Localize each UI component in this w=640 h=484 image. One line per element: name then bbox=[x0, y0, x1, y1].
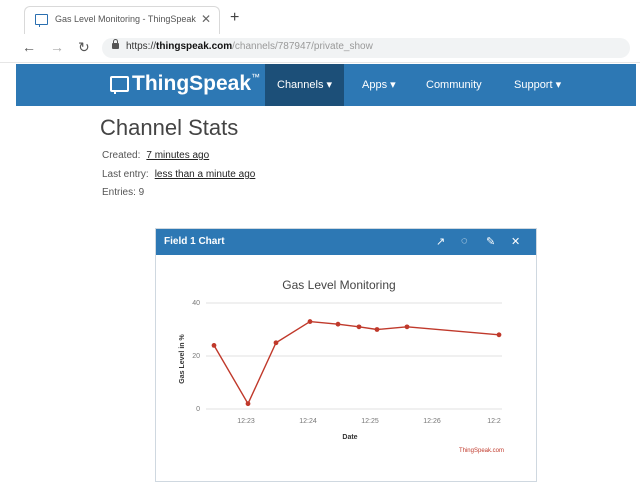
data-point[interactable] bbox=[307, 319, 313, 324]
address-bar: ← → ↻ https://thingspeak.com/channels/78… bbox=[0, 34, 640, 63]
thingspeak-logo-icon bbox=[110, 76, 129, 94]
data-point[interactable] bbox=[404, 324, 410, 330]
site-logo[interactable]: ThingSpeak™ bbox=[132, 72, 260, 96]
widget-header: Field 1 Chart ↗ ◌ ✎ ✕ bbox=[156, 229, 536, 255]
y-tick-label: 40 bbox=[192, 300, 200, 307]
x-axis-label: Date bbox=[342, 434, 357, 441]
edit-icon[interactable]: ✎ bbox=[486, 235, 495, 248]
site-navbar: ThingSpeak™ Channels ▾ Apps ▾ Community … bbox=[16, 64, 636, 106]
chart-title: Gas Level Monitoring bbox=[282, 278, 395, 292]
series-line bbox=[213, 320, 500, 406]
field-chart-widget: Field 1 Chart ↗ ◌ ✎ ✕ Gas Level Monitori… bbox=[155, 228, 537, 482]
data-point[interactable] bbox=[211, 343, 217, 348]
browser-tab[interactable]: Gas Level Monitoring - ThingSpeak ✕ bbox=[24, 6, 220, 34]
tab-favicon-icon bbox=[35, 14, 48, 27]
nav-support[interactable]: Support ▾ bbox=[502, 64, 573, 106]
x-tick-label: 12:24 bbox=[299, 418, 317, 425]
nav-community[interactable]: Community bbox=[414, 64, 494, 106]
external-link-icon[interactable]: ↗ bbox=[436, 235, 445, 248]
tab-title: Gas Level Monitoring - ThingSpeak bbox=[55, 14, 196, 24]
reload-icon[interactable]: ↻ bbox=[78, 39, 90, 56]
nav-channels[interactable]: Channels ▾ bbox=[265, 64, 345, 106]
stat-last-entry: Last entry: less than a minute ago bbox=[102, 169, 256, 180]
data-point[interactable] bbox=[496, 332, 502, 338]
data-point[interactable] bbox=[273, 340, 279, 346]
data-point[interactable] bbox=[245, 401, 251, 407]
forward-arrow-icon[interactable]: → bbox=[50, 39, 64, 55]
lock-icon bbox=[112, 39, 119, 49]
stat-created: Created: 7 minutes ago bbox=[102, 150, 210, 161]
x-tick-label: 12:26 bbox=[423, 418, 441, 425]
last-entry-value-link[interactable]: less than a minute ago bbox=[155, 169, 256, 180]
chart-grid bbox=[206, 302, 502, 410]
comment-icon[interactable]: ◌ bbox=[461, 235, 468, 247]
chart-credit[interactable]: ThingSpeak.com bbox=[459, 448, 504, 454]
y-axis-label: Gas Level in % bbox=[179, 334, 186, 384]
tab-close-icon[interactable]: ✕ bbox=[201, 12, 211, 26]
data-point[interactable] bbox=[335, 321, 341, 327]
x-tick-label: 12:25 bbox=[361, 418, 379, 425]
data-point[interactable] bbox=[356, 324, 362, 330]
new-tab-icon[interactable]: + bbox=[230, 9, 239, 27]
y-axis-ticks: 0 20 40 bbox=[192, 300, 200, 413]
data-point[interactable] bbox=[374, 327, 380, 332]
page-title: Channel Stats bbox=[100, 115, 239, 140]
x-tick-label: 12:23 bbox=[237, 418, 255, 425]
url-input[interactable]: https://thingspeak.com/channels/787947/p… bbox=[102, 38, 630, 58]
created-value-link[interactable]: 7 minutes ago bbox=[146, 150, 209, 161]
close-icon[interactable]: ✕ bbox=[511, 235, 520, 248]
x-axis-ticks: 12:23 12:24 12:25 12:26 12:2 bbox=[237, 418, 501, 425]
y-tick-label: 0 bbox=[196, 406, 200, 413]
nav-apps[interactable]: Apps ▾ bbox=[350, 64, 408, 106]
line-chart: Gas Level Monitoring 02040 12:23 12:24 12:… bbox=[179, 278, 504, 454]
x-tick-label: 12:2 bbox=[487, 418, 501, 425]
back-arrow-icon[interactable]: ← bbox=[22, 39, 36, 55]
stat-entries: Entries: 9 bbox=[102, 187, 145, 198]
chart-series bbox=[211, 319, 502, 407]
browser-tab-bar: Gas Level Monitoring - ThingSpeak ✕ + bbox=[0, 0, 640, 34]
y-tick-label: 20 bbox=[192, 353, 200, 360]
url-text: https://thingspeak.com/channels/787947/p… bbox=[126, 41, 373, 52]
widget-title: Field 1 Chart bbox=[164, 236, 225, 247]
